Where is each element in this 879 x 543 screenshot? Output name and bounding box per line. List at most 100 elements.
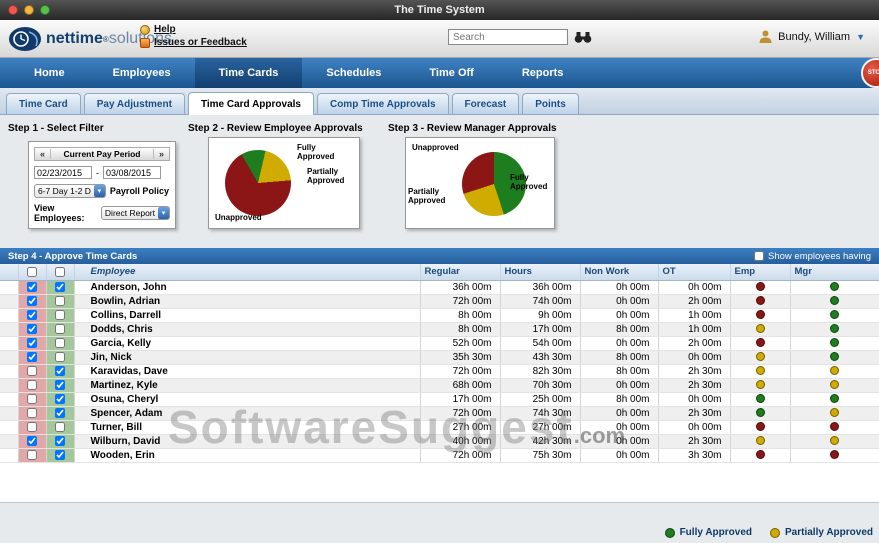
mgr-select-checkbox[interactable] bbox=[55, 366, 65, 376]
view-employees-select[interactable]: Direct Report ▾ bbox=[101, 206, 170, 220]
regular-hours-cell: 72h 00m bbox=[420, 364, 500, 378]
employee-name[interactable]: Wooden, Erin bbox=[74, 448, 420, 462]
mgr-select-checkbox[interactable] bbox=[55, 352, 65, 362]
user-menu[interactable]: Bundy, William ▼ bbox=[759, 30, 865, 44]
next-period-button[interactable]: » bbox=[153, 149, 169, 159]
mgr-select-checkbox[interactable] bbox=[55, 408, 65, 418]
emp-status-dot bbox=[756, 282, 765, 291]
mgr-select-checkbox[interactable] bbox=[55, 450, 65, 460]
emp-select-checkbox[interactable] bbox=[27, 380, 37, 390]
mgr-select-cell bbox=[46, 322, 74, 336]
column-header-ot[interactable]: OT bbox=[658, 264, 730, 280]
emp-select-checkbox[interactable] bbox=[27, 282, 37, 292]
mgr-select-checkbox[interactable] bbox=[55, 310, 65, 320]
emp-select-checkbox[interactable] bbox=[27, 450, 37, 460]
regular-hours-cell: 35h 30m bbox=[420, 350, 500, 364]
emp-select-checkbox[interactable] bbox=[27, 394, 37, 404]
emp-select-checkbox[interactable] bbox=[27, 408, 37, 418]
emp-select-checkbox[interactable] bbox=[27, 422, 37, 432]
nav-item-time-off[interactable]: Time Off bbox=[405, 58, 497, 88]
emp-select-checkbox[interactable] bbox=[27, 352, 37, 362]
emp-status-dot bbox=[756, 408, 765, 417]
emp-select-checkbox[interactable] bbox=[27, 436, 37, 446]
tab-time-card[interactable]: Time Card bbox=[6, 93, 81, 114]
mgr-select-checkbox[interactable] bbox=[55, 422, 65, 432]
regular-hours-cell: 72h 00m bbox=[420, 294, 500, 308]
employee-name[interactable]: Karavidas, Dave bbox=[74, 364, 420, 378]
regular-hours-cell: 40h 00m bbox=[420, 434, 500, 448]
end-date-input[interactable] bbox=[103, 166, 161, 179]
table-empty-area bbox=[0, 463, 879, 503]
regular-hours-cell: 27h 00m bbox=[420, 420, 500, 434]
column-header-non-work[interactable]: Non Work bbox=[580, 264, 658, 280]
tab-pay-adjustment[interactable]: Pay Adjustment bbox=[84, 93, 185, 114]
emp-status-dot bbox=[756, 394, 765, 403]
employee-name[interactable]: Garcia, Kelly bbox=[74, 336, 420, 350]
nav-item-time-cards[interactable]: Time Cards bbox=[195, 58, 303, 88]
tab-comp-time-approvals[interactable]: Comp Time Approvals bbox=[317, 93, 449, 114]
column-header-regular[interactable]: Regular bbox=[420, 264, 500, 280]
minimize-window-button[interactable] bbox=[24, 5, 34, 15]
employee-name[interactable]: Osuna, Cheryl bbox=[74, 392, 420, 406]
nav-item-schedules[interactable]: Schedules bbox=[302, 58, 405, 88]
nav-item-home[interactable]: Home bbox=[10, 58, 89, 88]
help-link[interactable]: Help bbox=[140, 24, 247, 35]
row-gutter bbox=[0, 448, 18, 462]
mgr-select-cell bbox=[46, 406, 74, 420]
select-all-mgr-checkbox[interactable] bbox=[55, 267, 65, 277]
employee-name[interactable]: Bowlin, Adrian bbox=[74, 294, 420, 308]
period-label: Current Pay Period bbox=[51, 149, 153, 159]
emp-select-checkbox[interactable] bbox=[27, 310, 37, 320]
mgr-select-checkbox[interactable] bbox=[55, 324, 65, 334]
chevron-down-icon: ▼ bbox=[856, 32, 865, 42]
column-header-mgr[interactable]: Mgr bbox=[790, 264, 879, 280]
show-employees-checkbox[interactable] bbox=[754, 251, 764, 261]
tab-forecast[interactable]: Forecast bbox=[452, 93, 520, 114]
table-row: Dodds, Chris 8h 00m 17h 00m 8h 00m 1h 00… bbox=[0, 322, 879, 336]
tab-points[interactable]: Points bbox=[522, 93, 579, 114]
mgr-select-checkbox[interactable] bbox=[55, 296, 65, 306]
column-header-emp[interactable]: Emp bbox=[730, 264, 790, 280]
prev-period-button[interactable]: « bbox=[35, 149, 51, 159]
column-header-employee[interactable]: Employee bbox=[74, 264, 420, 280]
employee-name[interactable]: Turner, Bill bbox=[74, 420, 420, 434]
stop-punch-button[interactable]: STOP bbox=[861, 58, 879, 88]
employee-name[interactable]: Spencer, Adam bbox=[74, 406, 420, 420]
mgr-select-checkbox[interactable] bbox=[55, 436, 65, 446]
mgr-select-checkbox[interactable] bbox=[55, 338, 65, 348]
employee-name[interactable]: Collins, Darrell bbox=[74, 308, 420, 322]
emp-select-checkbox[interactable] bbox=[27, 296, 37, 306]
help-links: Help Issues or Feedback bbox=[140, 24, 247, 50]
non-work-hours-cell: 0h 00m bbox=[580, 308, 658, 322]
employee-name[interactable]: Jin, Nick bbox=[74, 350, 420, 364]
search-input[interactable] bbox=[448, 29, 568, 45]
select-all-emp-checkbox[interactable] bbox=[27, 267, 37, 277]
employee-name[interactable]: Wilburn, David bbox=[74, 434, 420, 448]
approve-section-header: Step 4 - Approve Time Cards Show employe… bbox=[0, 248, 879, 264]
nav-item-reports[interactable]: Reports bbox=[498, 58, 588, 88]
feedback-link[interactable]: Issues or Feedback bbox=[140, 37, 247, 48]
mgr-select-cell bbox=[46, 448, 74, 462]
table-row: Osuna, Cheryl 17h 00m 25h 00m 8h 00m 0h … bbox=[0, 392, 879, 406]
start-date-input[interactable] bbox=[34, 166, 92, 179]
tab-time-card-approvals[interactable]: Time Card Approvals bbox=[188, 92, 314, 115]
mgr-select-checkbox[interactable] bbox=[55, 282, 65, 292]
mgr-select-checkbox[interactable] bbox=[55, 394, 65, 404]
emp-select-checkbox[interactable] bbox=[27, 338, 37, 348]
search-binoculars-icon[interactable] bbox=[574, 31, 592, 44]
emp-select-checkbox[interactable] bbox=[27, 324, 37, 334]
mgr-select-checkbox[interactable] bbox=[55, 380, 65, 390]
nav-item-employees[interactable]: Employees bbox=[89, 58, 195, 88]
employee-name[interactable]: Anderson, John bbox=[74, 280, 420, 294]
emp-select-checkbox[interactable] bbox=[27, 366, 37, 376]
employee-name[interactable]: Martinez, Kyle bbox=[74, 378, 420, 392]
show-employees-filter[interactable]: Show employees having bbox=[754, 251, 871, 262]
user-name: Bundy, William bbox=[778, 31, 850, 43]
zoom-window-button[interactable] bbox=[40, 5, 50, 15]
payroll-policy-select[interactable]: 6-7 Day 1-2 D ▾ bbox=[34, 184, 106, 198]
column-header-hours[interactable]: Hours bbox=[500, 264, 580, 280]
table-row: Bowlin, Adrian 72h 00m 74h 00m 0h 00m 2h… bbox=[0, 294, 879, 308]
close-window-button[interactable] bbox=[8, 5, 18, 15]
employee-name[interactable]: Dodds, Chris bbox=[74, 322, 420, 336]
emp-select-cell bbox=[18, 392, 46, 406]
